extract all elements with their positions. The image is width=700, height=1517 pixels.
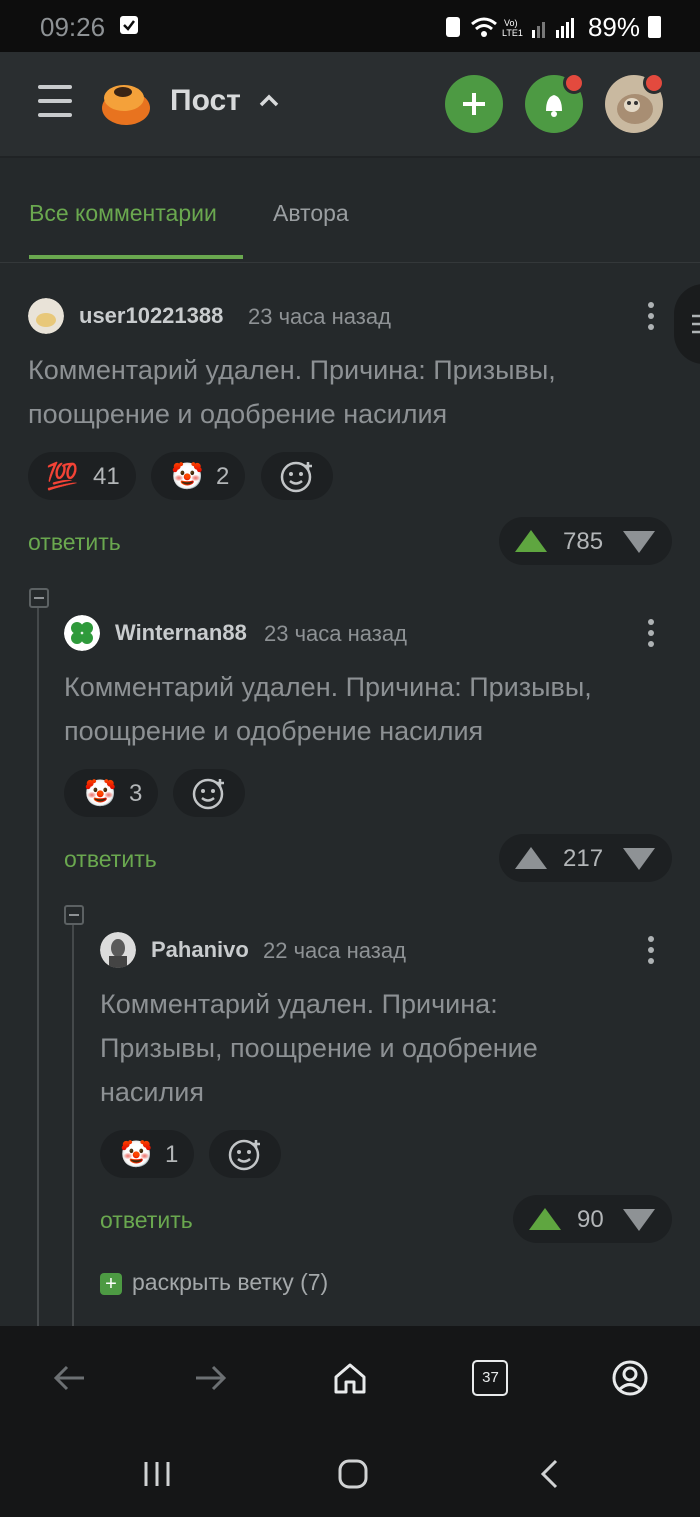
notification-badge	[563, 72, 585, 94]
hundred-emoji-icon: 💯	[46, 461, 79, 491]
comment-tabs: Все комментарии Автора	[0, 158, 700, 263]
more-options-icon[interactable]	[648, 619, 654, 652]
menu-icon[interactable]	[38, 85, 74, 119]
recent-apps-icon[interactable]	[143, 1460, 171, 1493]
app-header: Пост	[0, 52, 700, 158]
vote-widget: 90	[513, 1195, 672, 1243]
reply-link[interactable]: ответить	[64, 846, 157, 873]
tab-author[interactable]: Автора	[273, 200, 349, 227]
comment-author[interactable]: Pahanivo	[151, 937, 249, 963]
comment-text: Комментарий удален. Причина: Призывы, по…	[64, 672, 592, 746]
page-title[interactable]: Пост	[170, 84, 241, 118]
downvote-icon[interactable]	[623, 848, 655, 870]
collapse-thread-button[interactable]	[29, 588, 49, 608]
thread-line	[72, 925, 74, 1326]
comment-time: 23 часа назад	[264, 621, 407, 646]
add-reaction-button[interactable]	[173, 769, 245, 817]
comment-time: 22 часа назад	[263, 938, 406, 963]
vote-count: 90	[577, 1206, 604, 1233]
expand-branch-link[interactable]: раскрыть ветку (7)	[132, 1269, 328, 1296]
avatar[interactable]	[100, 932, 136, 968]
add-emoji-icon	[192, 778, 224, 810]
clock: 09:26	[40, 12, 106, 42]
comment-text: Комментарий удален. Причина: Призывы, по…	[100, 989, 538, 1107]
reaction-count: 1	[165, 1141, 179, 1168]
add-reaction-button[interactable]	[209, 1130, 281, 1178]
reply-link[interactable]: ответить	[100, 1207, 193, 1234]
clown-emoji-icon: 🤡	[171, 461, 204, 491]
reaction-count: 3	[129, 780, 143, 807]
status-bar: 09:26 Vo) LTE1 89%	[0, 0, 700, 52]
add-post-button[interactable]	[445, 75, 503, 133]
vote-widget: 217	[499, 834, 672, 882]
chevron-up-icon[interactable]	[258, 92, 280, 113]
downvote-icon[interactable]	[623, 531, 655, 553]
home-button-icon[interactable]	[338, 1459, 368, 1494]
add-emoji-icon	[228, 1139, 260, 1171]
tabs-counter[interactable]: 37	[472, 1360, 508, 1396]
vote-count: 217	[563, 845, 604, 872]
collapse-thread-button[interactable]	[64, 905, 84, 925]
reaction-pill[interactable]: 🤡 2	[151, 452, 245, 500]
vote-widget: 785	[499, 517, 672, 565]
tab-count: 37	[482, 1369, 499, 1386]
upvote-icon[interactable]	[515, 847, 547, 869]
reply-link[interactable]: ответить	[28, 529, 121, 556]
account-icon[interactable]	[612, 1360, 648, 1396]
browser-toolbar: 37	[0, 1326, 700, 1430]
clown-emoji-icon: 🤡	[120, 1139, 153, 1169]
add-emoji-icon	[280, 461, 312, 493]
svg-text:Vo): Vo)	[504, 18, 518, 28]
more-options-icon[interactable]	[648, 936, 654, 969]
app-logo[interactable]	[100, 78, 152, 128]
comment-author[interactable]: Winternan88	[115, 620, 247, 646]
back-arrow-icon[interactable]	[52, 1360, 88, 1396]
reaction-count: 2	[216, 463, 230, 490]
comment-text: Комментарий удален. Причина: Призывы, по…	[28, 355, 556, 429]
reaction-pill[interactable]: 🤡 3	[64, 769, 158, 817]
tab-all-comments[interactable]: Все комментарии	[29, 200, 217, 227]
upvote-icon[interactable]	[529, 1208, 561, 1230]
add-reaction-button[interactable]	[261, 452, 333, 500]
back-button-icon[interactable]	[538, 1458, 560, 1495]
checkbox-notification-icon	[120, 16, 138, 34]
reaction-pill[interactable]: 🤡 1	[100, 1130, 194, 1178]
battery-level: 89%	[587, 12, 640, 42]
downvote-icon[interactable]	[623, 1209, 655, 1231]
signal-icons: Vo) LTE1	[444, 14, 579, 40]
reaction-pill[interactable]: 💯 41	[28, 452, 136, 500]
active-tab-indicator	[29, 255, 243, 259]
clown-emoji-icon: 🤡	[84, 778, 117, 808]
thread-line	[37, 608, 39, 1326]
reaction-count: 41	[93, 463, 120, 490]
battery-icon	[648, 16, 661, 38]
avatar[interactable]	[64, 615, 100, 651]
avatar[interactable]	[28, 298, 64, 334]
home-icon[interactable]	[332, 1360, 368, 1396]
comment-time: 23 часа назад	[248, 304, 391, 329]
svg-text:LTE1: LTE1	[502, 28, 523, 38]
vote-count: 785	[563, 528, 604, 555]
system-navigation-bar	[0, 1430, 700, 1517]
upvote-icon[interactable]	[515, 530, 547, 552]
expand-plus-icon[interactable]: +	[100, 1273, 122, 1295]
more-options-icon[interactable]	[648, 302, 654, 335]
side-filter-button[interactable]	[674, 284, 700, 364]
comment-author[interactable]: user10221388	[79, 303, 223, 329]
forward-arrow-icon[interactable]	[192, 1360, 228, 1396]
avatar-badge	[643, 72, 665, 94]
